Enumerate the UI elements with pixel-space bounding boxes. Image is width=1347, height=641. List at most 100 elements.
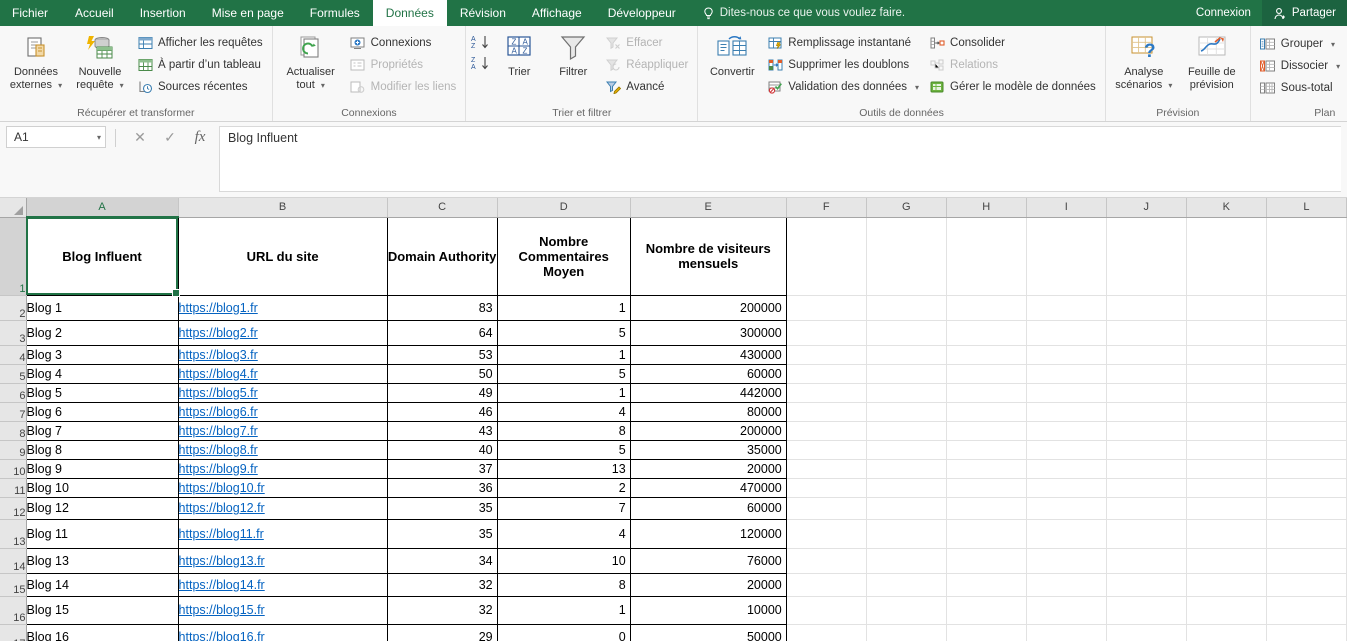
url-link[interactable]: https://blog3.fr <box>179 348 258 362</box>
cell-H12[interactable] <box>946 497 1027 520</box>
cell-L14[interactable] <box>1266 548 1347 574</box>
cell-D10[interactable]: 13 <box>497 459 631 479</box>
cell-L6[interactable] <box>1266 383 1347 403</box>
cell-D8[interactable]: 8 <box>497 421 631 441</box>
dissocier-button[interactable]: Dissocier ▾ <box>1256 56 1344 76</box>
cell-H9[interactable] <box>946 440 1027 460</box>
cell-E2[interactable]: 200000 <box>630 295 787 321</box>
column-header-E[interactable]: E <box>630 198 787 218</box>
tab-revision[interactable]: Révision <box>447 0 519 26</box>
url-link[interactable]: https://blog13.fr <box>179 554 265 568</box>
cell-H14[interactable] <box>946 548 1027 574</box>
cell-L3[interactable] <box>1266 320 1347 346</box>
cell-A8[interactable]: Blog 7 <box>25 421 179 441</box>
url-link[interactable]: https://blog14.fr <box>179 578 265 592</box>
cell-G3[interactable] <box>866 320 947 346</box>
cell-H3[interactable] <box>946 320 1027 346</box>
cell-L5[interactable] <box>1266 364 1347 384</box>
tab-accueil[interactable]: Accueil <box>62 0 127 26</box>
actualiser-tout-button[interactable]: Actualiser tout ▾ <box>278 29 344 92</box>
cell-B3[interactable]: https://blog2.fr <box>178 320 388 346</box>
select-all-corner[interactable] <box>0 198 27 218</box>
cell-J13[interactable] <box>1106 519 1187 549</box>
name-box[interactable]: A1 ▾ <box>6 126 106 148</box>
cell-L2[interactable] <box>1266 295 1347 321</box>
cell-J14[interactable] <box>1106 548 1187 574</box>
cell-B16[interactable]: https://blog15.fr <box>178 596 388 625</box>
cell-C15[interactable]: 32 <box>387 573 498 597</box>
consolider-button[interactable]: Consolider <box>925 33 1100 53</box>
cell-A9[interactable]: Blog 8 <box>25 440 179 460</box>
cell-E13[interactable]: 120000 <box>630 519 787 549</box>
insert-function-icon[interactable]: fx <box>185 126 215 148</box>
cell-C3[interactable]: 64 <box>387 320 498 346</box>
row-header-9[interactable]: 9 <box>0 440 27 460</box>
cell-E3[interactable]: 300000 <box>630 320 787 346</box>
spreadsheet-grid[interactable]: ABCDEFGHIJKL 1 Blog Influent URL du site Do… <box>0 198 1347 641</box>
cell-G7[interactable] <box>866 402 947 422</box>
row-header-3[interactable]: 3 <box>0 320 27 346</box>
cell-J17[interactable] <box>1106 624 1187 641</box>
cell-I6[interactable] <box>1026 383 1107 403</box>
cell-K5[interactable] <box>1186 364 1267 384</box>
cell-F6[interactable] <box>786 383 867 403</box>
cell-G12[interactable] <box>866 497 947 520</box>
header-cell-D1[interactable]: Nombre Commentaires Moyen <box>497 216 631 296</box>
cell-I2[interactable] <box>1026 295 1107 321</box>
cell-G13[interactable] <box>866 519 947 549</box>
column-header-C[interactable]: C <box>387 198 498 218</box>
confirm-icon[interactable]: ✓ <box>155 126 185 148</box>
cell-K4[interactable] <box>1186 345 1267 365</box>
cell-H7[interactable] <box>946 402 1027 422</box>
cell-H5[interactable] <box>946 364 1027 384</box>
cell-A4[interactable]: Blog 3 <box>25 345 179 365</box>
cell-C9[interactable]: 40 <box>387 440 498 460</box>
cell-E5[interactable]: 60000 <box>630 364 787 384</box>
cell-C16[interactable]: 32 <box>387 596 498 625</box>
cell-B10[interactable]: https://blog9.fr <box>178 459 388 479</box>
cell-D11[interactable]: 2 <box>497 478 631 498</box>
cell-J8[interactable] <box>1106 421 1187 441</box>
cell-D3[interactable]: 5 <box>497 320 631 346</box>
column-header-D[interactable]: D <box>497 198 631 218</box>
cell-K6[interactable] <box>1186 383 1267 403</box>
nouvelle-requete-button[interactable]: Nouvelle requête ▾ <box>69 29 131 92</box>
cell-L11[interactable] <box>1266 478 1347 498</box>
sources-recentes-button[interactable]: Sources récentes <box>133 77 267 97</box>
header-cell-A1[interactable]: Blog Influent <box>25 216 179 296</box>
cell-B8[interactable]: https://blog7.fr <box>178 421 388 441</box>
header-cell-E1[interactable]: Nombre de visiteurs mensuels <box>630 216 787 296</box>
row-header-16[interactable]: 16 <box>0 596 27 625</box>
cell-F17[interactable] <box>786 624 867 641</box>
cell-G6[interactable] <box>866 383 947 403</box>
chevron-down-icon[interactable]: ▾ <box>1331 40 1335 49</box>
row-header-4[interactable]: 4 <box>0 345 27 365</box>
cell-K11[interactable] <box>1186 478 1267 498</box>
trier-button[interactable]: Z A A Z Trier <box>493 29 545 79</box>
sort-descending-icon[interactable]: ZA <box>471 55 491 71</box>
sous-total-button[interactable]: Sous-total <box>1256 78 1344 98</box>
cell-I14[interactable] <box>1026 548 1107 574</box>
url-link[interactable]: https://blog8.fr <box>179 443 258 457</box>
cell-I11[interactable] <box>1026 478 1107 498</box>
cell-I16[interactable] <box>1026 596 1107 625</box>
cell-H15[interactable] <box>946 573 1027 597</box>
cell-B15[interactable]: https://blog14.fr <box>178 573 388 597</box>
cell-I5[interactable] <box>1026 364 1107 384</box>
chevron-down-icon[interactable]: ▾ <box>915 83 919 92</box>
url-link[interactable]: https://blog11.fr <box>179 527 264 541</box>
cell-G1[interactable] <box>866 217 947 296</box>
cell-D14[interactable]: 10 <box>497 548 631 574</box>
tab-mise-en-page[interactable]: Mise en page <box>199 0 297 26</box>
cell-J4[interactable] <box>1106 345 1187 365</box>
cell-A12[interactable]: Blog 12 <box>25 497 179 520</box>
sort-ascending-icon[interactable]: AZ <box>471 34 491 50</box>
cell-F12[interactable] <box>786 497 867 520</box>
column-header-H[interactable]: H <box>946 198 1027 218</box>
url-link[interactable]: https://blog12.fr <box>179 501 265 515</box>
column-header-K[interactable]: K <box>1186 198 1267 218</box>
cell-A10[interactable]: Blog 9 <box>25 459 179 479</box>
column-header-F[interactable]: F <box>786 198 867 218</box>
grouper-button[interactable]: Grouper ▾ <box>1256 34 1344 54</box>
cell-G8[interactable] <box>866 421 947 441</box>
